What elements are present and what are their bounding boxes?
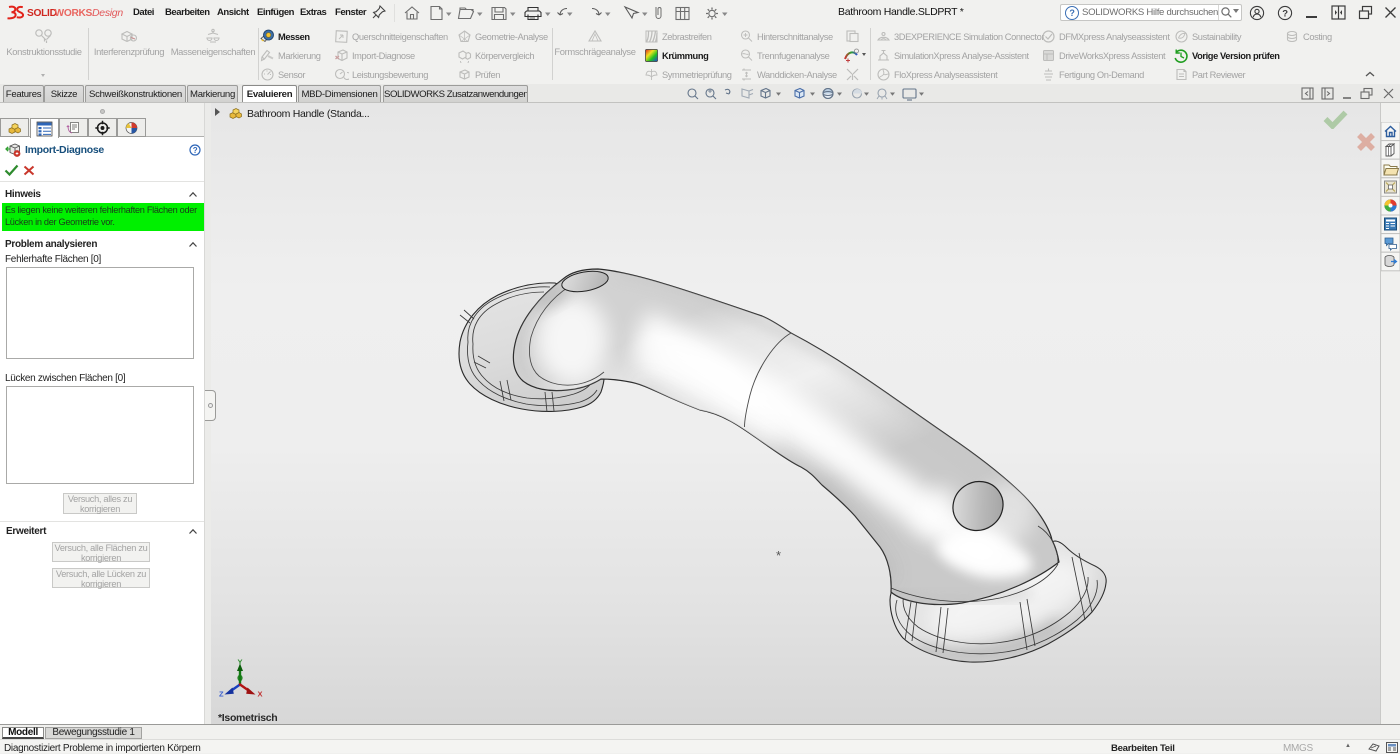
svg-text:Y: Y [238, 658, 243, 667]
svg-text:X: X [258, 690, 263, 699]
svg-text:*: * [776, 548, 781, 563]
svg-text:?: ? [1282, 8, 1288, 19]
svg-text:Design: Design [92, 7, 123, 19]
svg-text:Z: Z [219, 690, 224, 699]
svg-text:?: ? [193, 146, 198, 155]
svg-text:SOLID: SOLID [27, 8, 57, 19]
svg-text:WORKS: WORKS [55, 8, 93, 19]
